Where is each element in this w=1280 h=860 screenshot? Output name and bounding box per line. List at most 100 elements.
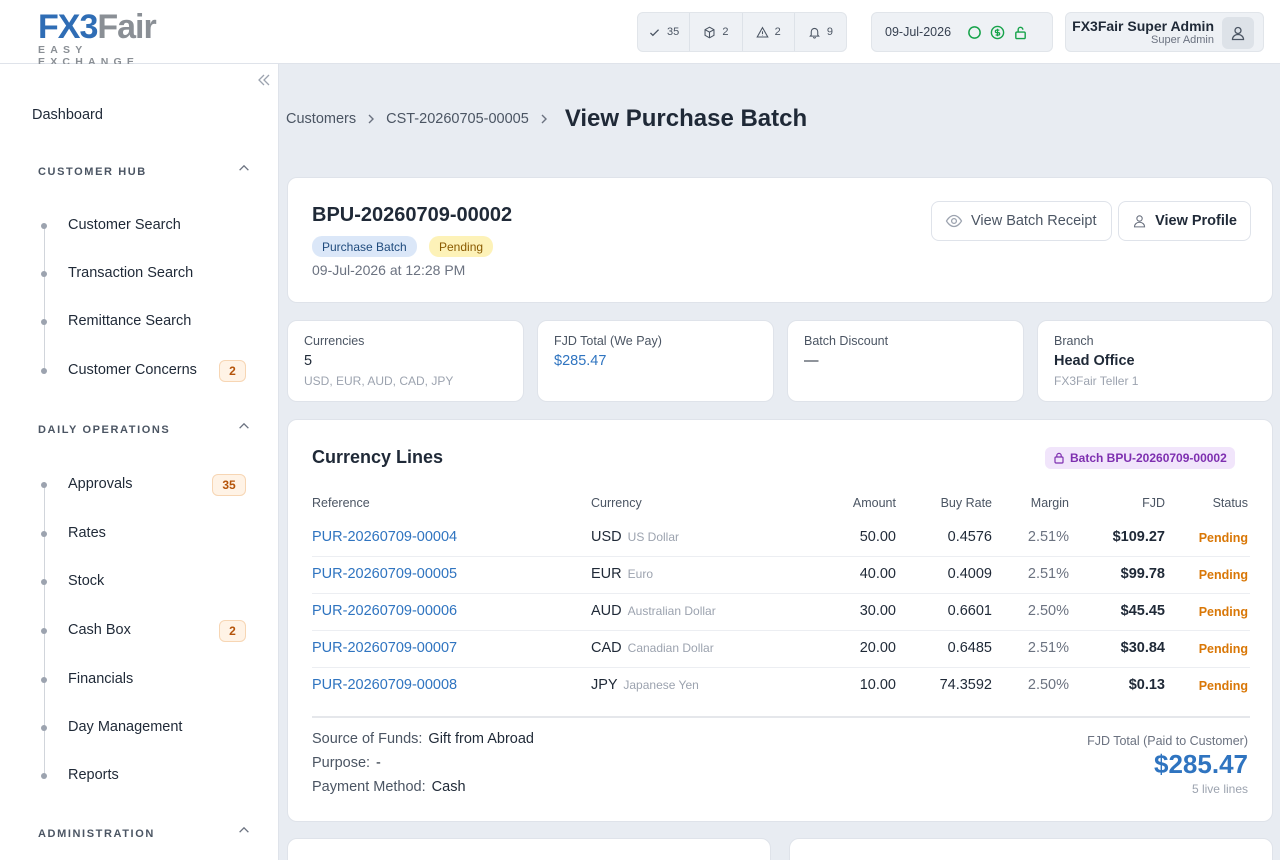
page-title: View Purchase Batch [564, 105, 808, 132]
user-menu[interactable]: FX3Fair Super Admin Super Admin [1065, 12, 1264, 52]
check-icon [649, 28, 660, 36]
toggle-customer-hub[interactable] [237, 161, 251, 175]
stat-value: — [804, 353, 819, 369]
source-of-funds-label: Source of Funds: [312, 731, 423, 747]
nav-dot [41, 223, 47, 229]
chevron-up-icon [239, 164, 249, 171]
row-buy-rate: 0.6601 [947, 603, 992, 619]
row-reference-link[interactable]: PUR-20260709-00008 [312, 677, 457, 693]
currency-name: Japanese Yen [623, 678, 699, 692]
chevron-up-icon [239, 826, 249, 833]
sidebar-item-stock[interactable]: Stock [68, 573, 104, 589]
row-fjd: $99.78 [1120, 566, 1165, 582]
unlock-icon [1015, 26, 1026, 39]
row-amount: 50.00 [859, 529, 896, 545]
row-amount: 30.00 [859, 603, 896, 619]
row-buy-rate: 0.4576 [947, 529, 992, 545]
view-batch-receipt-button[interactable]: View Batch Receipt [931, 201, 1112, 241]
stock-count: 2 [722, 26, 729, 38]
row-divider [312, 593, 1250, 594]
row-buy-rate: 0.4009 [947, 566, 992, 582]
chevron-up-icon [239, 422, 249, 429]
sidebar-item-financials[interactable]: Financials [68, 671, 133, 687]
toggle-daily-operations[interactable] [237, 419, 251, 433]
avatar [1222, 17, 1254, 49]
row-reference-link[interactable]: PUR-20260709-00007 [312, 640, 457, 656]
row-amount: 40.00 [859, 566, 896, 582]
row-currency: EUR Euro [591, 566, 653, 582]
notifications-counter[interactable]: 9 [795, 13, 846, 51]
col-header-buy-rate: Buy Rate [940, 496, 992, 510]
nav-dot [41, 773, 47, 779]
nav-dot [41, 368, 47, 374]
sidebar: Dashboard CUSTOMER HUB Customer Search T… [0, 64, 279, 860]
nav-dot [41, 579, 47, 585]
sidebar-item-customer-concerns[interactable]: Customer Concerns [68, 362, 197, 378]
collapse-sidebar-button[interactable] [256, 72, 274, 90]
breadcrumb: Customers CST-20260705-00005 View Purcha… [286, 104, 807, 134]
fjd-total-label: FJD Total (Paid to Customer) [1087, 734, 1248, 748]
col-header-status: Status [1212, 496, 1248, 510]
box-icon [704, 26, 715, 38]
nav-dot [41, 531, 47, 537]
currency-lines-title: Currency Lines [312, 447, 444, 467]
warning-icon [755, 26, 769, 37]
row-divider [312, 630, 1250, 631]
currency-name: Canadian Dollar [627, 641, 714, 655]
row-margin: 2.51% [1027, 566, 1069, 582]
approvals-counter[interactable]: 35 [638, 13, 691, 51]
sidebar-item-day-management[interactable]: Day Management [68, 719, 182, 735]
source-of-funds: Source of Funds: Gift from Abroad [312, 731, 534, 747]
row-margin: 2.50% [1027, 677, 1069, 693]
breadcrumb-customer-id[interactable]: CST-20260705-00005 [386, 111, 529, 127]
warnings-counter[interactable]: 2 [743, 13, 795, 51]
sidebar-item-dashboard[interactable]: Dashboard [32, 107, 103, 123]
view-profile-button[interactable]: View Profile [1118, 201, 1251, 241]
purpose-label: Purpose: [312, 755, 371, 771]
lower-card-left [287, 838, 771, 860]
stat-label: Currencies [304, 334, 365, 348]
section-title-daily-operations: DAILY OPERATIONS [38, 424, 171, 436]
sidebar-item-reports[interactable]: Reports [68, 767, 119, 783]
row-reference-link[interactable]: PUR-20260709-00005 [312, 566, 457, 582]
toggle-administration[interactable] [237, 823, 251, 837]
row-fjd: $45.45 [1120, 603, 1165, 619]
double-chevron-left-icon [258, 74, 270, 86]
batch-header-card: BPU-20260709-00002 Purchase Batch Pendin… [287, 177, 1273, 303]
warnings-count: 2 [774, 26, 781, 38]
sidebar-item-transaction-search[interactable]: Transaction Search [68, 265, 193, 281]
eye-icon [945, 214, 963, 228]
stat-card-currencies: Currencies 5 USD, EUR, AUD, CAD, JPY [287, 320, 524, 402]
currency-lines-card: Currency Lines Batch BPU-20260709-00002 … [287, 419, 1273, 822]
fjd-total-value: $285.47 [1154, 749, 1248, 779]
row-reference-link[interactable]: PUR-20260709-00006 [312, 603, 457, 619]
sidebar-item-approvals[interactable]: Approvals [68, 476, 132, 492]
app-logo[interactable]: FX3Fair EASY EXCHANGE [38, 8, 183, 68]
currency-code: CAD [591, 640, 622, 656]
stat-label: Branch [1054, 334, 1094, 348]
row-buy-rate: 74.3592 [939, 677, 992, 693]
batch-tag-label: Batch BPU-20260709-00002 [1070, 451, 1227, 465]
source-of-funds-value: Gift from Abroad [428, 731, 534, 747]
section-title-administration: ADMINISTRATION [38, 828, 155, 840]
purpose: Purpose: - [312, 755, 381, 771]
currency-name: Euro [627, 567, 654, 581]
row-divider [312, 667, 1250, 668]
row-currency: JPY Japanese Yen [591, 677, 699, 693]
view-profile-label: View Profile [1155, 213, 1237, 229]
sidebar-item-cash-box[interactable]: Cash Box [68, 622, 131, 638]
currency-name: US Dollar [627, 530, 680, 544]
batch-id: BPU-20260709-00002 [312, 204, 513, 226]
approvals-badge: 35 [212, 474, 246, 496]
col-header-amount: Amount [852, 496, 896, 510]
stock-counter[interactable]: 2 [690, 13, 743, 51]
sidebar-item-remittance-search[interactable]: Remittance Search [68, 313, 191, 329]
user-name: FX3Fair Super Admin [1072, 18, 1214, 34]
breadcrumb-customers[interactable]: Customers [286, 111, 356, 127]
logo-text-secondary: Fair [97, 8, 156, 46]
row-fjd: $0.13 [1128, 677, 1165, 693]
row-reference-link[interactable]: PUR-20260709-00004 [312, 529, 457, 545]
payment-method-label: Payment Method: [312, 779, 426, 795]
sidebar-item-rates[interactable]: Rates [68, 525, 106, 541]
sidebar-item-customer-search[interactable]: Customer Search [68, 217, 181, 233]
